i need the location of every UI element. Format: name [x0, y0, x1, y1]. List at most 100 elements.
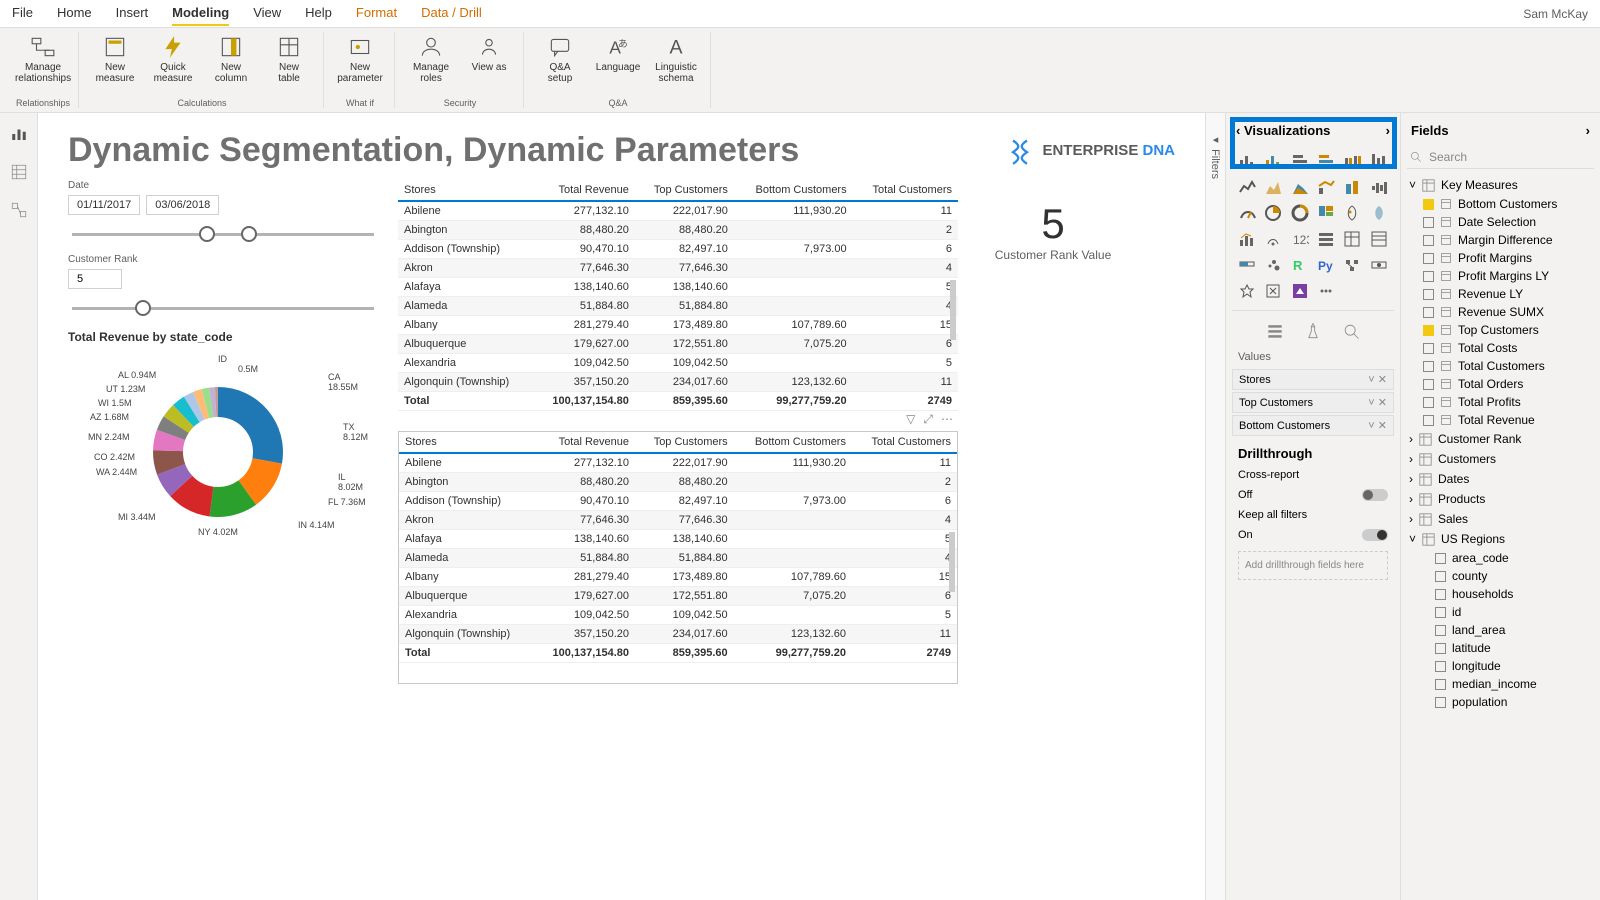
field-item[interactable]: county: [1407, 567, 1594, 585]
menu-file[interactable]: File: [12, 1, 33, 26]
filter-icon[interactable]: ▽: [906, 412, 915, 427]
language-button[interactable]: AあLanguage: [592, 32, 644, 75]
table-row[interactable]: Albany281,279.40173,489.80107,789.6015: [398, 316, 958, 335]
menu-help[interactable]: Help: [305, 1, 332, 26]
viz-type-icon[interactable]: [1341, 254, 1363, 276]
field-item[interactable]: Total Revenue: [1407, 411, 1594, 429]
viz-type-icon[interactable]: [1315, 176, 1337, 198]
field-item[interactable]: id: [1407, 603, 1594, 621]
linguistic-schema-button[interactable]: ALinguistic schema: [650, 32, 702, 86]
col-header[interactable]: Stores: [399, 432, 533, 453]
menu-view[interactable]: View: [253, 1, 281, 26]
manage-roles-button[interactable]: Manage roles: [405, 32, 457, 86]
viz-type-icon[interactable]: [1262, 254, 1284, 276]
field-table[interactable]: ›Products: [1407, 489, 1594, 509]
menu-datadrill[interactable]: Data / Drill: [421, 1, 482, 26]
field-item[interactable]: area_code: [1407, 549, 1594, 567]
rank-input[interactable]: 5: [68, 269, 122, 289]
field-well-item[interactable]: Top Customers˅ ✕: [1232, 392, 1394, 413]
viz-type-icon[interactable]: [1236, 176, 1258, 198]
menu-home[interactable]: Home: [57, 1, 92, 26]
viz-type-icon[interactable]: [1315, 280, 1337, 302]
viz-type-icon[interactable]: [1368, 254, 1390, 276]
rank-slider[interactable]: [72, 307, 374, 310]
table-row[interactable]: Akron77,646.3077,646.304: [398, 259, 958, 278]
manage-relationships-button[interactable]: Manage relationships: [17, 32, 69, 86]
col-header[interactable]: Total Customers: [853, 180, 958, 201]
new-parameter-button[interactable]: New parameter: [334, 32, 386, 86]
keep-filters-toggle[interactable]: [1362, 529, 1388, 541]
field-item[interactable]: Total Costs: [1407, 339, 1594, 357]
viz-type-icon[interactable]: [1341, 228, 1363, 250]
scrollbar[interactable]: [947, 432, 957, 683]
table-row[interactable]: Alafaya138,140.60138,140.605: [399, 530, 957, 549]
donut-chart[interactable]: IDAL 0.94M0.5MCA 18.55MUT 1.23MWI 1.5MAZ…: [68, 352, 368, 552]
table-row[interactable]: Abington88,480.2088,480.202: [399, 473, 957, 492]
date-from-input[interactable]: 01/11/2017: [68, 195, 140, 215]
viz-type-icon[interactable]: [1262, 150, 1284, 172]
focus-icon[interactable]: ⤢: [923, 412, 933, 427]
viz-type-icon[interactable]: [1341, 150, 1363, 172]
viz-type-icon[interactable]: [1315, 202, 1337, 224]
table-row[interactable]: Alafaya138,140.60138,140.605: [398, 278, 958, 297]
field-item[interactable]: Profit Margins: [1407, 249, 1594, 267]
field-item[interactable]: Total Profits: [1407, 393, 1594, 411]
viz-type-icon[interactable]: [1368, 202, 1390, 224]
col-header[interactable]: Top Customers: [635, 180, 734, 201]
field-table[interactable]: ˅Key Measures: [1407, 175, 1594, 195]
menu-insert[interactable]: Insert: [116, 1, 149, 26]
col-header[interactable]: Total Customers: [852, 432, 957, 453]
viz-type-icon[interactable]: 123: [1289, 228, 1311, 250]
field-table[interactable]: ›Customer Rank: [1407, 429, 1594, 449]
viz-type-icon[interactable]: Py: [1315, 254, 1337, 276]
more-icon[interactable]: ⋯: [941, 412, 953, 427]
field-well-item[interactable]: Stores˅ ✕: [1232, 369, 1394, 390]
data-view-icon[interactable]: [10, 163, 28, 181]
table-row[interactable]: Alexandria109,042.50109,042.505: [398, 354, 958, 373]
field-item[interactable]: Margin Difference: [1407, 231, 1594, 249]
field-item[interactable]: latitude: [1407, 639, 1594, 657]
viz-type-icon[interactable]: R: [1289, 254, 1311, 276]
date-slider[interactable]: [72, 233, 374, 236]
viz-type-icon[interactable]: [1368, 150, 1390, 172]
chevron-right-icon[interactable]: ›: [1386, 123, 1390, 138]
field-table[interactable]: ˅US Regions: [1407, 529, 1594, 549]
col-header[interactable]: Total Revenue: [533, 180, 635, 201]
viz-type-icon[interactable]: [1315, 228, 1337, 250]
field-item[interactable]: population: [1407, 693, 1594, 711]
stores-table-1[interactable]: StoresTotal RevenueTop CustomersBottom C…: [398, 180, 958, 411]
filters-pane-collapsed[interactable]: ◂ Filters: [1205, 113, 1225, 900]
field-table[interactable]: ›Customers: [1407, 449, 1594, 469]
table-row[interactable]: Alexandria109,042.50109,042.505: [399, 606, 957, 625]
field-item[interactable]: Top Customers: [1407, 321, 1594, 339]
table-row[interactable]: Abilene277,132.10222,017.90111,930.2011: [398, 201, 958, 221]
field-item[interactable]: Profit Margins LY: [1407, 267, 1594, 285]
field-item[interactable]: Revenue SUMX: [1407, 303, 1594, 321]
menu-modeling[interactable]: Modeling: [172, 1, 229, 26]
viz-type-icon[interactable]: [1262, 228, 1284, 250]
field-table[interactable]: ›Dates: [1407, 469, 1594, 489]
field-item[interactable]: median_income: [1407, 675, 1594, 693]
fields-tab-icon[interactable]: [1265, 321, 1285, 341]
field-item[interactable]: longitude: [1407, 657, 1594, 675]
viz-type-icon[interactable]: [1262, 280, 1284, 302]
new-column-button[interactable]: New column: [205, 32, 257, 86]
view-as-button[interactable]: View as: [463, 32, 515, 75]
date-to-input[interactable]: 03/06/2018: [146, 195, 219, 215]
analytics-tab-icon[interactable]: [1341, 321, 1361, 341]
col-header[interactable]: Stores: [398, 180, 533, 201]
viz-type-icon[interactable]: [1315, 150, 1337, 172]
field-item[interactable]: Total Customers: [1407, 357, 1594, 375]
table-row[interactable]: Albuquerque179,627.00172,551.807,075.206: [398, 335, 958, 354]
viz-type-icon[interactable]: [1236, 280, 1258, 302]
viz-type-icon[interactable]: [1341, 202, 1363, 224]
col-header[interactable]: Total Revenue: [533, 432, 635, 453]
viz-type-icon[interactable]: [1368, 228, 1390, 250]
viz-type-icon[interactable]: [1236, 254, 1258, 276]
viz-type-icon[interactable]: [1289, 150, 1311, 172]
table-row[interactable]: Addison (Township)90,470.1082,497.107,97…: [398, 240, 958, 259]
viz-type-icon[interactable]: [1289, 280, 1311, 302]
field-table[interactable]: ›Sales: [1407, 509, 1594, 529]
new-measure-button[interactable]: New measure: [89, 32, 141, 86]
col-header[interactable]: Top Customers: [635, 432, 734, 453]
